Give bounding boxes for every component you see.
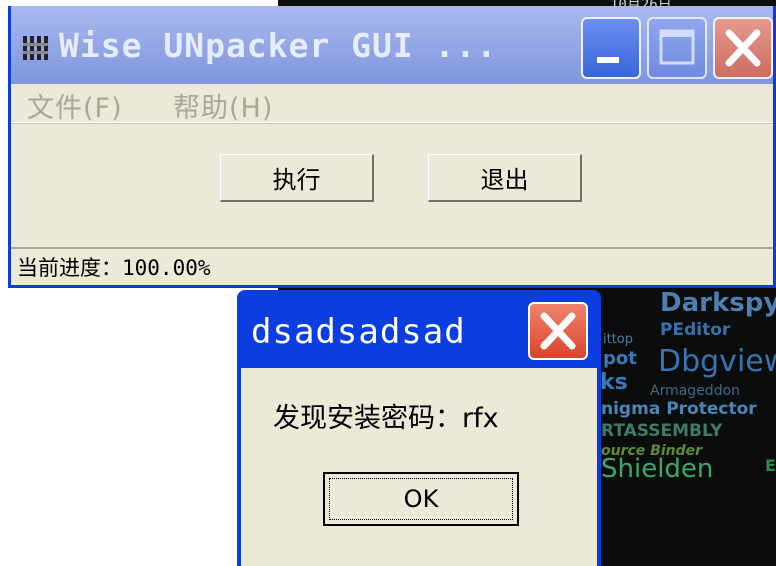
wise-unpacker-window: Wise UNpacker GUI ... 文件(F) 帮助(H) 执行 退出 … bbox=[8, 6, 776, 288]
progress-status-text: 当前进度：100.00% bbox=[17, 256, 211, 280]
minimize-button[interactable] bbox=[581, 17, 641, 79]
desktop-word: nigma Protector bbox=[601, 399, 757, 419]
desktop-word: RTASSEMBLY bbox=[601, 421, 723, 441]
dialog-message: 发现安装密码：rfx bbox=[273, 403, 499, 434]
status-bar: 当前进度：100.00% bbox=[11, 247, 773, 285]
dialog-client-area: 发现安装密码：rfx OK bbox=[241, 368, 597, 566]
menu-help[interactable]: 帮助(H) bbox=[173, 86, 273, 125]
run-button[interactable]: 执行 bbox=[220, 154, 374, 202]
main-client-area: 文件(F) 帮助(H) 执行 退出 当前进度：100.00% bbox=[11, 84, 773, 285]
desktop-word: ittop bbox=[603, 332, 634, 347]
desktop-word: pot bbox=[603, 348, 637, 369]
app-icon bbox=[23, 36, 48, 60]
close-button[interactable] bbox=[713, 17, 773, 79]
focus-rect bbox=[329, 478, 513, 520]
maximize-icon bbox=[659, 29, 695, 65]
exit-button[interactable]: 退出 bbox=[428, 154, 582, 202]
menu-bar: 文件(F) 帮助(H) bbox=[11, 84, 773, 125]
desktop-word: Dbgview bbox=[658, 344, 776, 379]
minimize-icon bbox=[597, 57, 619, 63]
close-icon bbox=[540, 312, 576, 350]
desktop-word: Darkspy bbox=[660, 288, 776, 318]
main-window-title: Wise UNpacker GUI ... bbox=[59, 26, 498, 65]
dialog-close-button[interactable] bbox=[528, 302, 588, 360]
maximize-button[interactable] bbox=[647, 17, 707, 79]
desktop-word: PEditor bbox=[660, 320, 731, 340]
menu-file[interactable]: 文件(F) bbox=[27, 86, 123, 125]
desktop-word: Armageddon bbox=[650, 383, 741, 399]
main-titlebar[interactable]: Wise UNpacker GUI ... bbox=[11, 6, 773, 84]
desktop-word: ks bbox=[600, 370, 628, 395]
close-icon bbox=[725, 29, 761, 67]
message-dialog: dsadsadsad 发现安装密码：rfx OK bbox=[237, 290, 601, 566]
ok-button[interactable]: OK bbox=[323, 472, 519, 526]
desktop-word: E bbox=[765, 456, 776, 475]
dialog-title: dsadsadsad bbox=[251, 312, 466, 352]
desktop-word: Shielden bbox=[601, 454, 714, 484]
